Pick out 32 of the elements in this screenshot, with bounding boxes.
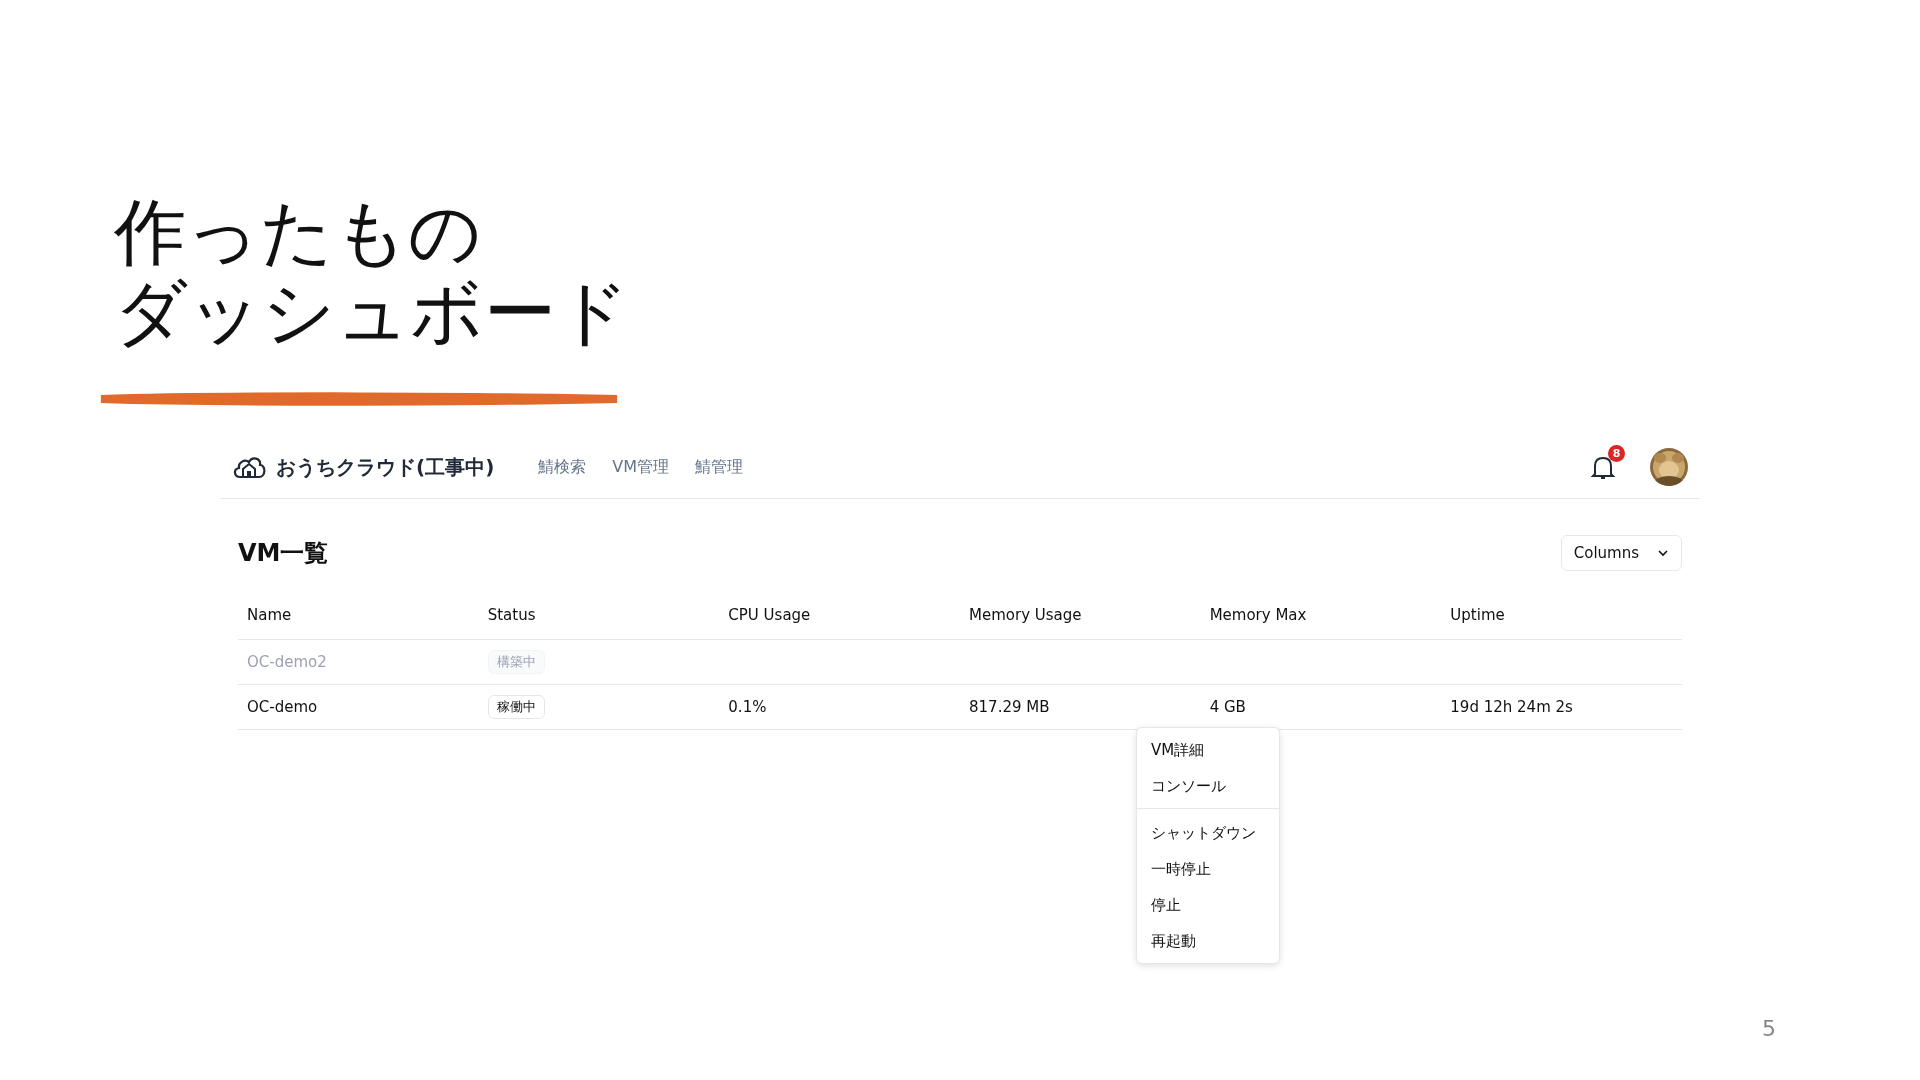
- chevron-down-icon: [1657, 549, 1669, 557]
- status-tag: 稼働中: [487, 695, 545, 719]
- menu-item[interactable]: 停止: [1137, 887, 1279, 923]
- app-brand[interactable]: おうちクラウド(工事中): [276, 453, 495, 481]
- page-number: 5: [1762, 1016, 1776, 1041]
- table-cell: 19d 12h 24m 2s: [1450, 698, 1573, 716]
- slide-title: 作ったもの: [113, 192, 483, 272]
- table-cell: 0.1%: [728, 698, 767, 716]
- nav-link[interactable]: 鯖検索: [538, 456, 587, 478]
- cloud-house-icon: [232, 454, 266, 480]
- table-cell: 817.29 MB: [969, 698, 1050, 716]
- status-tag: 構築中: [487, 650, 545, 674]
- slide-title: ダッシュボード: [113, 272, 631, 352]
- column-header: Status: [486, 606, 537, 624]
- menu-item[interactable]: 再起動: [1137, 923, 1279, 959]
- table-cell: OC-demo2: [247, 653, 327, 671]
- columns-dropdown-button[interactable]: Columns: [1560, 535, 1682, 571]
- page-heading: VM一覧: [238, 538, 329, 569]
- column-header: Name: [246, 606, 293, 624]
- menu-item[interactable]: 一時停止: [1137, 851, 1279, 887]
- nav-link[interactable]: VM管理: [612, 456, 670, 478]
- menu-item[interactable]: シャットダウン: [1137, 815, 1279, 851]
- notification-badge: 8: [1608, 445, 1625, 462]
- menu-item[interactable]: コンソール: [1137, 768, 1279, 804]
- column-header: CPU Usage: [727, 606, 812, 624]
- column-header: Uptime: [1449, 606, 1506, 624]
- menu-item[interactable]: VM詳細: [1137, 732, 1279, 768]
- nav-link[interactable]: 鯖管理: [695, 456, 744, 478]
- column-header: Memory Max: [1208, 606, 1308, 624]
- table-cell: 4 GB: [1209, 698, 1246, 716]
- table-cell: OC-demo: [247, 698, 318, 716]
- column-header: Memory Usage: [968, 606, 1083, 624]
